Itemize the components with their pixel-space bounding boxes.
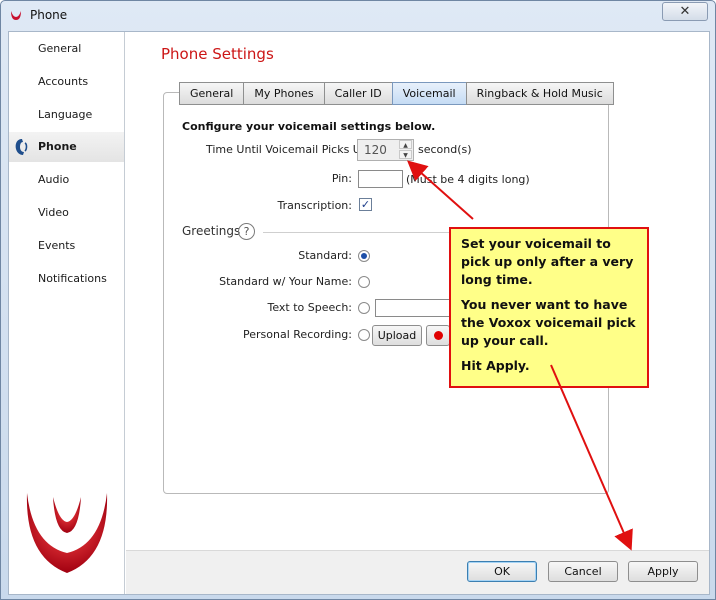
pin-input[interactable] — [358, 170, 403, 188]
tab-caller-id[interactable]: Caller ID — [323, 82, 392, 105]
greeting-standard-label: Standard: — [298, 249, 352, 262]
tab-ringback-hold-music[interactable]: Ringback & Hold Music — [465, 82, 614, 105]
greeting-personal-radio[interactable] — [358, 329, 370, 341]
ok-button[interactable]: OK — [467, 561, 537, 582]
tab-bar: General My Phones Caller ID Voicemail Ri… — [179, 82, 614, 105]
greeting-standard-radio[interactable] — [358, 250, 370, 262]
phone-icon — [15, 139, 28, 155]
pickup-unit: second(s) — [418, 143, 472, 156]
sidebar: General Accounts Language Phone Audio Vi… — [9, 32, 125, 594]
title-bar: Phone ✕ — [1, 1, 715, 31]
greetings-divider — [263, 232, 453, 233]
transcription-checkbox[interactable]: ✓ — [359, 198, 372, 211]
voicemail-heading: Configure your voicemail settings below. — [182, 120, 436, 133]
sidebar-item-accounts[interactable]: Accounts — [9, 67, 124, 97]
instruction-callout: Set your voicemail to pick up only after… — [449, 227, 649, 388]
sidebar-item-label: Notifications — [38, 272, 107, 285]
sidebar-item-label: Accounts — [38, 75, 89, 88]
sidebar-item-label: Video — [38, 206, 69, 219]
pickup-time-value: 120 — [364, 143, 387, 157]
help-icon[interactable]: ? — [238, 223, 255, 240]
sidebar-item-general[interactable]: General — [9, 34, 124, 64]
transcription-label: Transcription: — [277, 199, 352, 212]
sidebar-item-label: Audio — [38, 173, 70, 186]
apply-button[interactable]: Apply — [628, 561, 698, 582]
sidebar-item-label: Language — [38, 108, 93, 121]
record-icon — [433, 331, 443, 340]
sidebar-item-audio[interactable]: Audio — [9, 165, 124, 195]
tab-general[interactable]: General — [179, 82, 244, 105]
stepper-down-icon[interactable]: ▼ — [399, 150, 412, 159]
page-title: Phone Settings — [161, 45, 274, 63]
voxox-logo-icon — [11, 11, 21, 20]
greeting-personal-label: Personal Recording: — [243, 328, 352, 341]
tab-voicemail[interactable]: Voicemail — [391, 82, 466, 105]
callout-text-3: Hit Apply. — [461, 358, 530, 373]
sidebar-item-language[interactable]: Language — [9, 100, 124, 130]
close-icon: ✕ — [679, 4, 691, 19]
greeting-standard-name-label: Standard w/ Your Name: — [219, 275, 352, 288]
window-title: Phone — [30, 8, 68, 22]
cancel-button[interactable]: Cancel — [548, 561, 618, 582]
sidebar-item-label: Phone — [38, 140, 77, 153]
greeting-tts-radio[interactable] — [358, 302, 370, 314]
greeting-tts-label: Text to Speech: — [267, 301, 352, 314]
greetings-title: Greetings — [182, 224, 241, 238]
footer-bar: OK Cancel Apply — [126, 550, 709, 594]
voxox-logo-icon — [26, 493, 108, 573]
pin-label: Pin: — [331, 172, 352, 185]
sidebar-item-label: General — [38, 42, 82, 55]
stepper-up-icon[interactable]: ▲ — [399, 140, 412, 149]
upload-button[interactable]: Upload — [372, 325, 422, 346]
greeting-standard-name-radio[interactable] — [358, 276, 370, 288]
pickup-label: Time Until Voicemail Picks Up: — [206, 143, 372, 156]
pin-hint: (Must be 4 digits long) — [406, 173, 530, 186]
sidebar-item-label: Events — [38, 239, 76, 252]
sidebar-item-notifications[interactable]: Notifications — [9, 264, 124, 294]
sidebar-item-events[interactable]: Events — [9, 231, 124, 261]
pickup-time-stepper[interactable]: 120 ▲ ▼ — [357, 139, 414, 161]
sidebar-item-video[interactable]: Video — [9, 198, 124, 228]
sidebar-item-phone[interactable]: Phone — [9, 132, 124, 162]
record-button[interactable] — [426, 325, 450, 346]
tab-my-phones[interactable]: My Phones — [243, 82, 324, 105]
callout-text-1: Set your voicemail to pick up only after… — [461, 236, 634, 287]
callout-text-2: You never want to have the Voxox voicema… — [461, 297, 636, 348]
close-button[interactable]: ✕ — [662, 2, 708, 21]
